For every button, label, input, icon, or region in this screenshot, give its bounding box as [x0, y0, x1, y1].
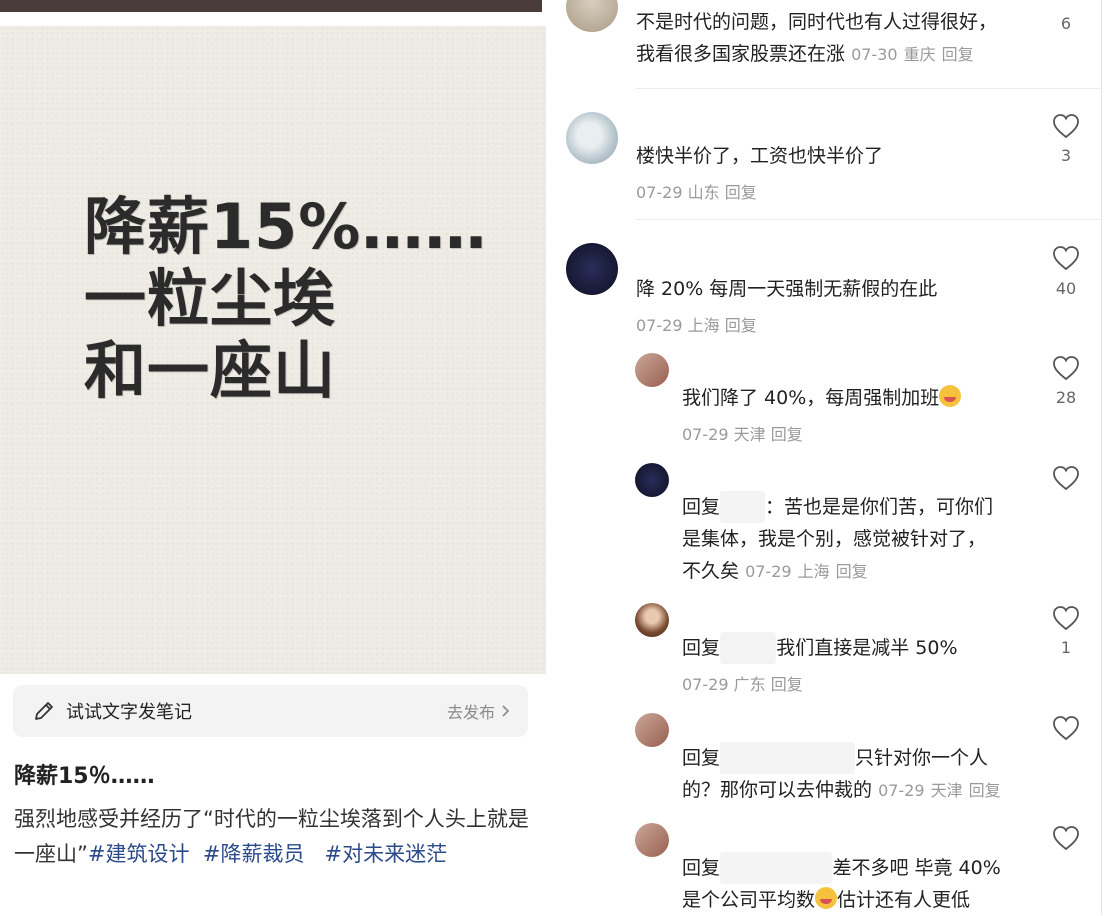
avatar[interactable]: [635, 353, 669, 387]
reply-5-line2b: 估计还有人更低: [837, 889, 971, 911]
reply-1-meta: 07-29 天津 回复: [682, 421, 803, 445]
comment-3-date: 07-29: [636, 316, 683, 335]
reply-5-text: 回复xxxxxxxxxx差不多吧 毕竟 40% 是个公司平均数估计还有人更低: [682, 852, 1042, 916]
reply-3-date: 07-29: [682, 675, 729, 694]
comment-1-reply-button[interactable]: 回复: [942, 45, 974, 64]
heart-icon[interactable]: [1052, 465, 1080, 491]
avatar[interactable]: [566, 0, 618, 32]
reply-2-date: 07-29: [745, 562, 792, 581]
go-publish-link[interactable]: 去发布: [447, 699, 510, 723]
divider: [636, 88, 1102, 89]
tag-pay-cut[interactable]: #降薪裁员: [203, 842, 305, 866]
chevron-right-icon: [502, 705, 510, 717]
reply-4-date: 07-29: [878, 781, 925, 800]
tag-architecture[interactable]: #建筑设计: [88, 842, 190, 866]
reply-1-text-content: 我们降了 40%，每周强制加班: [682, 387, 940, 409]
reply-1-like-count: 28: [1055, 388, 1077, 407]
reply-1-text: 我们降了 40%，每周强制加班: [682, 382, 962, 414]
panel-edge: [1101, 0, 1102, 915]
redacted-username: xxxxx: [720, 632, 777, 664]
crying-emoji-icon: [815, 887, 838, 909]
heart-icon[interactable]: [1052, 113, 1080, 139]
post-title: 降薪15％……: [14, 764, 155, 789]
reply-2-text: 回复xxxx：苦也是是你们苦，可你们 是集体，我是个别，感觉被针对了， 不久矣 …: [682, 491, 1022, 588]
heart-icon[interactable]: [1052, 355, 1080, 381]
comment-3-text: 降 20% 每周一天强制无薪假的在此: [636, 278, 938, 300]
poster-line-3: 和一座山: [84, 334, 337, 407]
comment-3-meta: 07-29 上海 回复: [636, 312, 757, 336]
heart-icon[interactable]: [1052, 245, 1080, 271]
reply-2-line1: ：苦也是是你们苦，可你们: [765, 496, 994, 518]
avatar[interactable]: [635, 603, 669, 637]
divider: [636, 219, 1102, 220]
comment-3-location: 上海: [687, 316, 720, 335]
redacted-username: xxxx: [720, 491, 765, 523]
comment-2-text: 楼快半价了，工资也快半价了: [636, 145, 884, 167]
reply-3-text-content: 我们直接是减半 50%: [776, 637, 958, 659]
comment-2-reply-button[interactable]: 回复: [725, 183, 757, 202]
reply-2-line2: 是集体，我是个别，感觉被针对了，: [682, 528, 987, 550]
try-text-label: 试试文字发笔记: [66, 702, 192, 723]
reply-2-location: 上海: [797, 562, 830, 581]
heart-icon[interactable]: [1052, 715, 1080, 741]
reply-5-line2a: 是个公司平均数: [682, 889, 816, 911]
redacted-username: xxxxxxxxxxxx: [720, 742, 855, 774]
comment-3-like-count: 40: [1055, 279, 1077, 298]
poster-line-2: 一粒尘埃: [84, 262, 337, 335]
reply-4-line2: 的？那你可以去仲裁的: [682, 779, 873, 801]
pencil-icon: [35, 702, 53, 720]
reply-4-prefix: 回复: [682, 747, 721, 769]
reply-4-line1: 只针对你一个人: [854, 747, 988, 769]
comment-2-meta: 07-29 山东 回复: [636, 179, 757, 203]
comment-1-text: 不是时代的问题，同时代也有人过得很好， 我看很多国家股票还在涨 07-30 重庆…: [636, 6, 997, 71]
reply-5-prefix: 回复: [682, 857, 721, 879]
grin-emoji-icon: [939, 385, 962, 407]
reply-5-line1: 差不多吧 毕竟 40%: [832, 857, 1001, 879]
reply-1-date: 07-29: [682, 425, 729, 444]
reply-3-like-count: 1: [1060, 638, 1072, 657]
comment-1-line2: 我看很多国家股票还在涨: [636, 43, 846, 65]
comment-1-date: 07-30: [851, 45, 898, 64]
reply-1-location: 天津: [733, 425, 766, 444]
post-body: 强烈地感受并经历了“时代的一粒尘埃落到个人头上就是一座山”#建筑设计 #降薪裁员…: [14, 802, 534, 872]
comment-2-location: 山东: [687, 183, 720, 202]
reply-4-reply-button[interactable]: 回复: [969, 781, 1001, 800]
go-publish-label: 去发布: [446, 703, 495, 722]
comments-panel: 不是时代的问题，同时代也有人过得很好， 我看很多国家股票还在涨 07-30 重庆…: [548, 0, 1108, 915]
try-text-note-bar[interactable]: 试试文字发笔记 去发布: [13, 685, 528, 737]
reply-4-location: 天津: [930, 781, 963, 800]
comment-3-reply-button[interactable]: 回复: [725, 316, 757, 335]
tag-future-confused[interactable]: #对未来迷茫: [325, 842, 448, 866]
reply-2-line3: 不久矣: [682, 560, 740, 582]
avatar[interactable]: [635, 463, 669, 497]
reply-3-meta: 07-29 广东 回复: [682, 671, 803, 695]
reply-3-reply-button[interactable]: 回复: [771, 675, 803, 694]
heart-icon[interactable]: [1052, 605, 1080, 631]
comment-1-line1: 不是时代的问题，同时代也有人过得很好，: [636, 11, 998, 33]
comment-2-date: 07-29: [636, 183, 683, 202]
poster-line-1: 降薪15%……: [84, 190, 488, 263]
avatar[interactable]: [635, 713, 669, 747]
redacted-username: xxxxxxxxxx: [720, 852, 833, 884]
comment-1-like-count: 6: [1060, 14, 1072, 33]
comment-1-location: 重庆: [903, 45, 936, 64]
reply-2-reply-button[interactable]: 回复: [836, 562, 868, 581]
reply-3-text: 回复xxxxx我们直接是减半 50%: [682, 632, 958, 664]
reply-4-text: 回复xxxxxxxxxxxx只针对你一个人 的？那你可以去仲裁的 07-29 天…: [682, 742, 1042, 807]
post-image[interactable]: 降薪15%…… 一粒尘埃 和一座山: [0, 26, 546, 674]
avatar[interactable]: [635, 823, 669, 857]
reply-2-prefix: 回复: [682, 496, 721, 518]
post-panel: 降薪15%…… 一粒尘埃 和一座山 试试文字发笔记 去发布 降薪15％…… 强烈…: [0, 0, 548, 915]
reply-3-location: 广东: [733, 675, 766, 694]
reply-3-prefix: 回复: [682, 637, 721, 659]
avatar[interactable]: [566, 243, 618, 295]
avatar[interactable]: [566, 112, 618, 164]
top-image-strip: [0, 0, 542, 12]
heart-icon[interactable]: [1052, 825, 1080, 851]
reply-1-reply-button[interactable]: 回复: [771, 425, 803, 444]
comment-2-like-count: 3: [1060, 146, 1072, 165]
